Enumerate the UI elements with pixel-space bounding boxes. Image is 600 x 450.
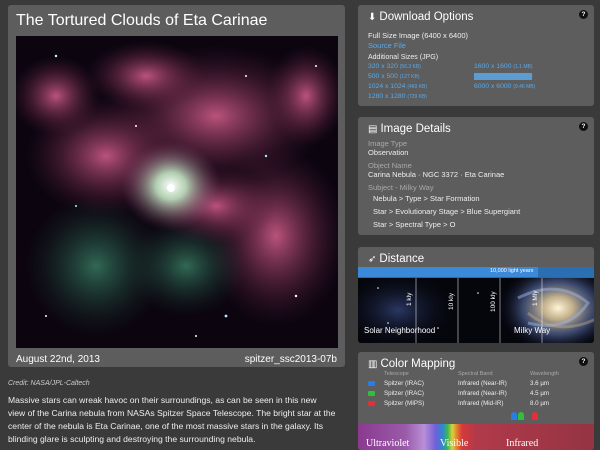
color-mapping-panel: ▥ Color Mapping ? Telescope Spectral Band…	[358, 352, 594, 450]
wavelength-marker-red	[532, 412, 538, 420]
band-cell: Infrared (Near-IR)	[458, 380, 507, 387]
color-swatch-blue	[368, 381, 375, 386]
document-icon: ▤	[368, 124, 378, 135]
distance-scale-label: 10,000 light years	[490, 268, 534, 274]
object-name-label: Object Name	[368, 161, 412, 170]
solar-neighborhood-label: Solar Neighborhood	[364, 326, 436, 335]
distance-tick: 10 kly	[448, 293, 455, 310]
download-options-panel: ⬇ Download Options ? Full Size Image (640…	[358, 5, 594, 106]
distance-tick: 100 kly	[490, 291, 497, 312]
additional-sizes-label: Additional Sizes (JPG)	[368, 54, 439, 61]
image-id: spitzer_ssc2013-07b	[244, 354, 337, 365]
band-cell: Infrared (Mid-IR)	[458, 400, 504, 407]
infrared-label: Infrared	[506, 438, 539, 449]
wavelength-cell: 8.0 µm	[530, 400, 550, 407]
source-file-link[interactable]: Source File	[368, 41, 406, 50]
wavelength-marker-blue	[511, 412, 517, 420]
distance-tick: 1 Mly	[532, 290, 539, 306]
wavelength-cell: 3.6 µm	[530, 380, 550, 387]
subject-item[interactable]: Nebula > Type > Star Formation	[373, 194, 480, 203]
subject-item[interactable]: Star > Spectral Type > O	[373, 220, 455, 229]
spectrum-bar: Ultraviolet Visible Infrared	[358, 424, 594, 450]
milky-way-label: Milky Way	[514, 326, 551, 335]
size-link-320[interactable]: 320 x 320 (56.3 KB)	[368, 63, 421, 70]
band-cell: Infrared (Near-IR)	[458, 390, 507, 397]
distance-tick: 1 kly	[406, 292, 413, 306]
download-options-title: ⬇ Download Options	[368, 11, 474, 23]
download-icon: ⬇	[368, 12, 377, 23]
size-link-1600[interactable]: 1600 x 1600 (1.1 MB)	[474, 63, 532, 70]
credit-text: Credit: NASA/JPL-Caltech	[8, 380, 90, 387]
distance-title: ➶ Distance	[368, 253, 425, 265]
image-type-label: Image Type	[368, 139, 408, 148]
color-swatch-red	[368, 401, 375, 406]
object-name-value[interactable]: Carina Nebula · NGC 3372 · Eta Carinae	[368, 170, 504, 179]
description-text: Massive stars can wreak havoc on their s…	[8, 395, 336, 444]
wavelength-header: Wavelength	[530, 371, 559, 377]
size-link-500[interactable]: 500 x 500 (127 KB)	[368, 73, 419, 80]
image-details-title: ▤ Image Details	[368, 123, 451, 135]
telescope-cell: Spitzer (IRAC)	[384, 390, 424, 397]
nebula-illustration	[16, 36, 338, 348]
distance-illustration[interactable]: 1 kly 10 kly 100 kly 1 Mly Solar Neighbo…	[358, 278, 594, 343]
size-link-1024[interactable]: 1024 x 1024 (469 KB)	[368, 83, 427, 90]
full-size-label: Full Size Image (6400 x 6400)	[368, 31, 469, 40]
wavelength-cell: 4.5 µm	[530, 390, 550, 397]
subject-item[interactable]: Star > Evolutionary Stage > Blue Supergi…	[373, 207, 520, 216]
page-title: The Tortured Clouds of Eta Carinae	[16, 12, 268, 29]
wavelength-marker-green	[518, 412, 524, 420]
image-type-value: Observation	[368, 148, 409, 157]
help-icon[interactable]: ?	[579, 10, 588, 19]
help-icon[interactable]: ?	[579, 122, 588, 131]
subject-label: Subject - Milky Way	[368, 183, 434, 192]
image-details-panel: ▤ Image Details ? Image Type Observation …	[358, 117, 594, 235]
size-link-6000[interactable]: 6000 x 6000 (9.46 MB)	[474, 83, 535, 90]
visible-label: Visible	[440, 438, 469, 449]
distance-panel: ➶ Distance 10,000 light years 1 kly 10 k…	[358, 247, 594, 343]
image-panel: The Tortured Clouds of Eta Carinae Augus…	[8, 5, 345, 367]
nebula-image[interactable]	[16, 36, 338, 348]
telescope-cell: Spitzer (MIPS)	[384, 400, 425, 407]
help-icon[interactable]: ?	[579, 357, 588, 366]
ultraviolet-label: Ultraviolet	[366, 438, 410, 449]
rocket-icon: ➶	[368, 254, 377, 265]
distance-scale-bar: 10,000 light years	[358, 267, 594, 277]
size-link-2000[interactable]: 2000 x 2000 (1.7 MB)	[474, 73, 533, 80]
map-icon: ▥	[368, 359, 378, 370]
color-swatch-green	[368, 391, 375, 396]
size-link-1280[interactable]: 1280 x 1280 (729 KB)	[368, 93, 427, 100]
image-date: August 22nd, 2013	[16, 354, 100, 365]
spectral-band-header: Spectral Band	[458, 371, 493, 377]
telescope-header: Telescope	[384, 371, 409, 377]
telescope-cell: Spitzer (IRAC)	[384, 380, 424, 387]
color-mapping-title: ▥ Color Mapping	[368, 358, 456, 370]
